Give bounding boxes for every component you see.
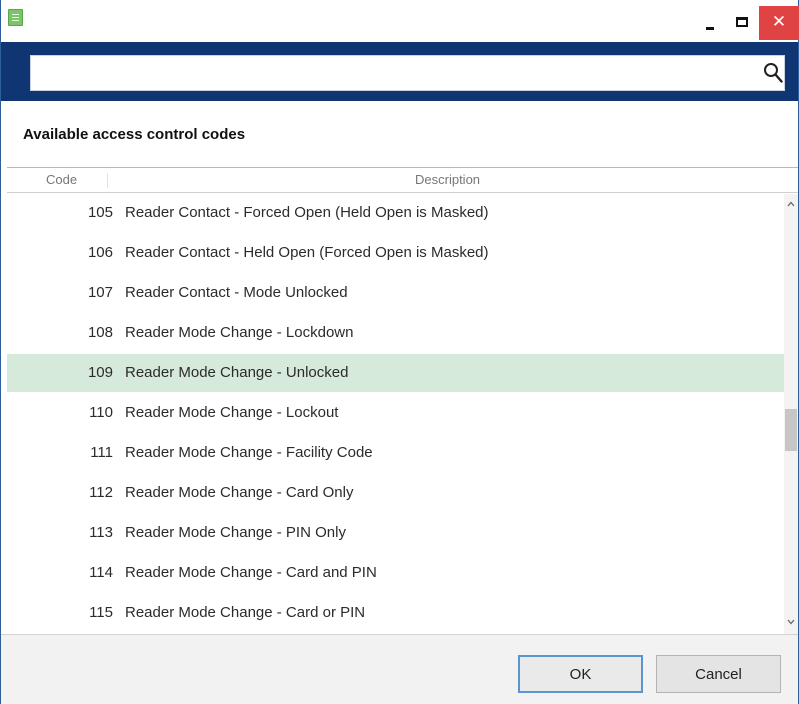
item-code: 111 [90,444,113,461]
list-item[interactable]: 112 Reader Mode Change - Card Only [7,474,784,512]
column-header-description[interactable]: Description [415,172,480,187]
item-code: 109 [87,364,113,381]
maximize-button[interactable] [727,8,757,36]
minimize-button[interactable] [696,8,726,36]
close-button[interactable]: ✕ [759,6,799,40]
list-item[interactable]: 113 Reader Mode Change - PIN Only [7,514,784,552]
search-band [1,42,798,101]
section-title: Available access control codes [23,126,246,143]
item-code: 110 [89,404,113,421]
search-input[interactable] [31,56,751,90]
dialog-footer: OK Cancel [1,634,798,704]
list-item[interactable]: 115 Reader Mode Change - Card or PIN [7,594,784,632]
list-item[interactable]: 110 Reader Mode Change - Lockout [7,394,784,432]
list-item[interactable]: 106 Reader Contact - Held Open (Forced O… [7,234,784,272]
item-description: Reader Mode Change - Facility Code [125,444,373,461]
list-item-selected[interactable]: 109 Reader Mode Change - Unlocked [7,354,784,392]
section-divider [7,167,798,168]
column-header: Code Description [7,169,798,193]
item-code: 105 [87,204,113,221]
item-description: Reader Mode Change - PIN Only [125,524,346,541]
column-divider [107,173,108,188]
list-item[interactable]: 107 Reader Contact - Mode Unlocked [7,274,784,312]
search-icon[interactable] [763,62,783,84]
item-description: Reader Mode Change - Card Only [125,484,354,501]
title-bar: ✕ [1,0,799,42]
cancel-button[interactable]: Cancel [656,655,781,693]
item-description: Reader Contact - Forced Open (Held Open … [125,204,489,221]
column-header-code[interactable]: Code [46,172,77,187]
app-icon [8,9,23,26]
item-description: Reader Mode Change - Lockdown [125,324,354,341]
vertical-scrollbar[interactable] [784,194,798,634]
item-description: Reader Contact - Mode Unlocked [125,284,348,301]
item-code: 114 [89,564,113,581]
chevron-down-icon[interactable] [787,618,795,626]
ok-button[interactable]: OK [518,655,643,693]
item-description: Reader Mode Change - Card and PIN [125,564,377,581]
search-box [30,55,785,91]
item-description: Reader Contact - Held Open (Forced Open … [125,244,489,261]
codes-list: 105 Reader Contact - Forced Open (Held O… [7,194,784,634]
chevron-up-icon[interactable] [787,200,795,208]
item-code: 115 [89,604,113,621]
maximize-icon [736,17,748,27]
minimize-icon [706,27,714,30]
item-description: Reader Mode Change - Lockout [125,404,339,421]
item-code: 106 [87,244,113,261]
list-item[interactable]: 111 Reader Mode Change - Facility Code [7,434,784,472]
item-code: 108 [87,324,113,341]
list-item[interactable]: 105 Reader Contact - Forced Open (Held O… [7,194,784,232]
list-item[interactable]: 114 Reader Mode Change - Card and PIN [7,554,784,592]
item-description: Reader Mode Change - Card or PIN [125,604,366,621]
close-icon: ✕ [771,12,787,32]
scrollbar-thumb[interactable] [785,409,797,451]
item-description: Reader Mode Change - Unlocked [125,364,349,381]
item-code: 113 [89,524,113,541]
list-item[interactable]: 108 Reader Mode Change - Lockdown [7,314,784,352]
item-code: 112 [89,484,113,501]
item-code: 107 [87,284,113,301]
dialog-window: ✕ Available access control codes Code De… [0,0,799,704]
